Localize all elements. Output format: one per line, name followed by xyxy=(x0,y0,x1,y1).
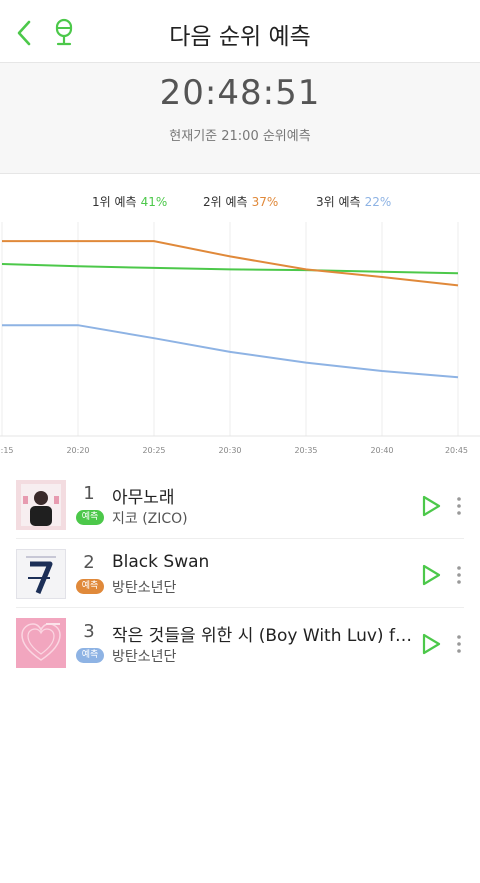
x-tick-label: 20:40 xyxy=(370,446,393,455)
legend-label: 3위 예측 xyxy=(316,195,361,209)
legend-percent: 22% xyxy=(364,195,392,209)
legend-label: 1위 예측 xyxy=(92,195,137,209)
legend-item-rank2: 2위 예측 37% xyxy=(203,193,278,210)
play-button[interactable] xyxy=(420,494,442,518)
x-tick-label: 20:35 xyxy=(294,446,317,455)
x-tick-label: 20:45 xyxy=(445,446,468,455)
more-options-button[interactable] xyxy=(452,496,466,516)
play-icon xyxy=(422,564,441,586)
prediction-caption: 현재기준 21:00 순위예측 xyxy=(169,129,311,144)
more-vertical-icon xyxy=(457,635,461,653)
legend-percent: 37% xyxy=(251,195,279,209)
album-art xyxy=(16,618,66,668)
song-title[interactable]: 아무노래 xyxy=(112,483,412,508)
prediction-line-chart: 20:15 20:20 20:25 20:30 20:35 20:40 20:45 xyxy=(0,222,480,455)
song-title[interactable]: 작은 것들을 위한 시 (Boy With Luv) fe... xyxy=(112,621,412,646)
artist-name[interactable]: 지코 (ZICO) xyxy=(112,508,412,528)
artist-name[interactable]: 방탄소년단 xyxy=(112,577,412,597)
x-tick-label: 20:25 xyxy=(142,446,165,455)
list-item[interactable]: 2 예측 Black Swan 방탄소년단 xyxy=(0,539,480,608)
list-item[interactable]: 1 예측 아무노래 지코 (ZICO) xyxy=(0,470,480,539)
x-tick-label: 20:15 xyxy=(0,446,14,455)
play-button[interactable] xyxy=(420,632,442,656)
legend-label: 2위 예측 xyxy=(203,195,248,209)
prediction-badge: 예측 xyxy=(76,648,104,663)
rank-number: 3 xyxy=(83,621,95,642)
top-bar: 다음 순위 예측 xyxy=(0,0,480,63)
x-tick-label: 20:30 xyxy=(218,446,241,455)
countdown-panel: 20:48:51 현재기준 21:00 순위예측 xyxy=(0,63,480,174)
legend-percent: 41% xyxy=(140,195,168,209)
song-title[interactable]: Black Swan xyxy=(112,552,412,572)
prediction-badge: 예측 xyxy=(76,510,104,525)
rank-number: 1 xyxy=(83,483,95,504)
rank-number: 2 xyxy=(83,552,95,573)
album-art xyxy=(16,549,66,599)
album-art xyxy=(16,480,66,530)
current-time: 20:48:51 xyxy=(159,73,321,113)
more-vertical-icon xyxy=(457,497,461,515)
list-item[interactable]: 3 예측 작은 것들을 위한 시 (Boy With Luv) fe... 방탄… xyxy=(0,608,480,677)
more-options-button[interactable] xyxy=(452,565,466,585)
play-icon xyxy=(422,495,441,517)
page-title: 다음 순위 예측 xyxy=(169,24,311,50)
more-vertical-icon xyxy=(457,566,461,584)
prediction-badge: 예측 xyxy=(76,579,104,594)
play-button[interactable] xyxy=(420,563,442,587)
artist-name[interactable]: 방탄소년단 xyxy=(112,646,412,666)
legend-item-rank1: 1위 예측 41% xyxy=(92,193,167,210)
x-tick-label: 20:20 xyxy=(66,446,89,455)
legend-item-rank3: 3위 예측 22% xyxy=(316,193,391,210)
play-icon xyxy=(422,633,441,655)
more-options-button[interactable] xyxy=(452,634,466,654)
